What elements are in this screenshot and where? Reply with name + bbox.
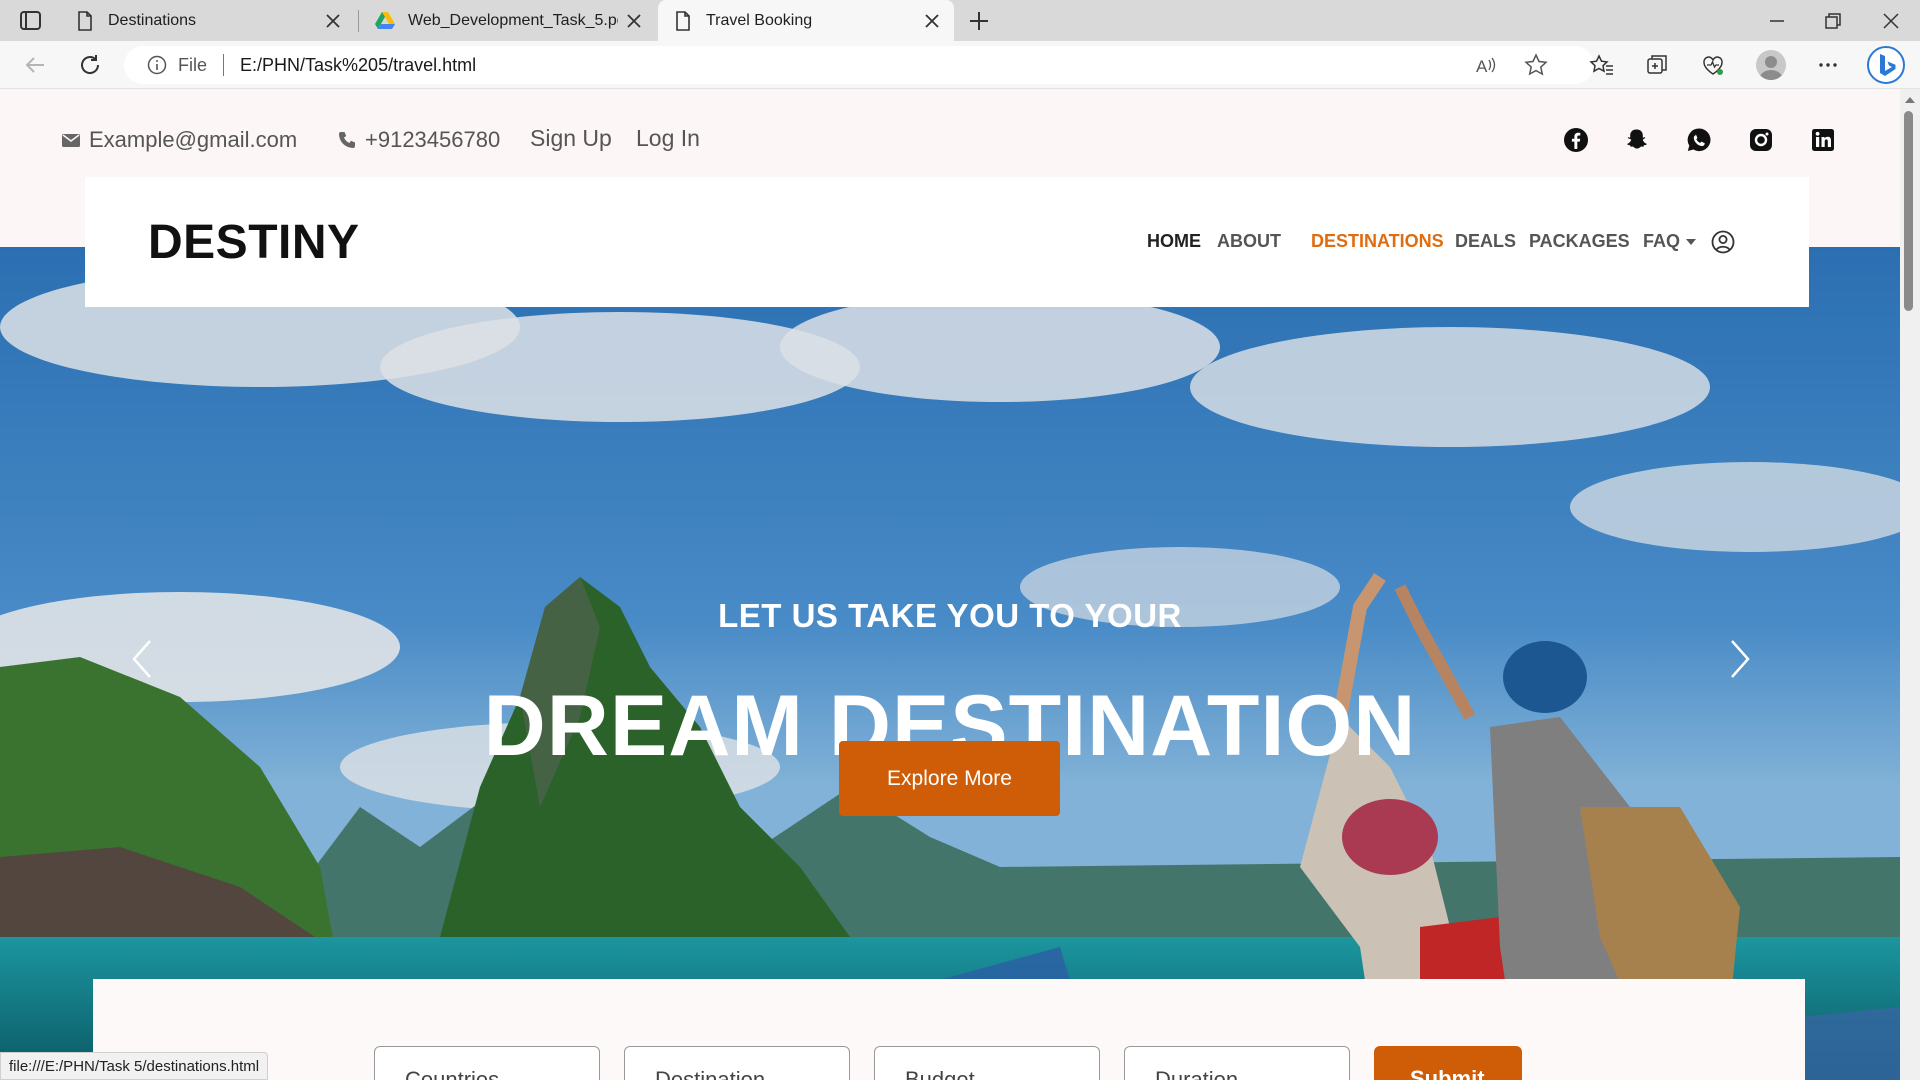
booking-search-panel: Countries Destination Budget Duration Su… xyxy=(93,979,1805,1080)
nav-destinations[interactable]: DESTINATIONS xyxy=(1311,231,1444,252)
url-text[interactable]: E:/PHN/Task%205/travel.html xyxy=(240,55,476,76)
destination-select[interactable]: Destination xyxy=(624,1046,850,1080)
close-icon[interactable] xyxy=(323,11,343,31)
google-drive-icon xyxy=(374,10,396,32)
phone-icon xyxy=(337,130,357,150)
chevron-down-icon[interactable] xyxy=(1684,235,1698,249)
nav-deals[interactable]: DEALS xyxy=(1455,231,1516,252)
phone-text: +9123456780 xyxy=(365,127,501,152)
tab-divider xyxy=(358,10,359,32)
reload-icon[interactable] xyxy=(77,52,103,78)
tab-title: Travel Booking xyxy=(706,11,813,29)
tab-title: Web_Development_Task_5.pdf - G xyxy=(408,11,618,29)
scroll-up-icon[interactable] xyxy=(1904,95,1916,105)
svg-text:A: A xyxy=(1476,57,1488,76)
window-close-icon[interactable] xyxy=(1880,10,1902,32)
linkedin-icon[interactable] xyxy=(1810,127,1836,153)
brand-logo[interactable]: DESTINY xyxy=(148,215,360,270)
login-link[interactable]: Log In xyxy=(636,125,700,152)
phone-contact[interactable]: +9123456780 xyxy=(337,125,500,155)
page-icon xyxy=(672,10,694,32)
user-account-icon[interactable] xyxy=(1710,229,1736,255)
main-navbar: DESTINY HOME ABOUT DESTINATIONS DEALS PA… xyxy=(85,177,1809,307)
email-contact[interactable]: Example@gmail.com xyxy=(61,125,297,155)
nav-packages[interactable]: PACKAGES xyxy=(1529,231,1630,252)
tab-travel-booking[interactable]: Travel Booking xyxy=(658,0,954,41)
back-icon[interactable] xyxy=(22,52,48,78)
hero-carousel: LET US TAKE YOU TO YOUR DREAM DESTINATIO… xyxy=(0,247,1900,1080)
nav-faq[interactable]: FAQ xyxy=(1643,231,1680,252)
collections-icon[interactable] xyxy=(1644,52,1670,78)
minimize-icon[interactable] xyxy=(1766,10,1788,32)
browser-tab-bar: Destinations Web_Development_Task_5.pdf … xyxy=(0,0,1920,41)
info-icon[interactable] xyxy=(146,54,168,76)
browser-essentials-icon[interactable] xyxy=(1700,52,1726,78)
submit-button[interactable]: Submit xyxy=(1374,1046,1522,1080)
whatsapp-icon[interactable] xyxy=(1686,127,1712,153)
address-bar-row: File E:/PHN/Task%205/travel.html A xyxy=(0,41,1920,89)
nav-home[interactable]: HOME xyxy=(1147,231,1201,252)
tab-destinations[interactable]: Destinations xyxy=(60,0,355,41)
duration-select[interactable]: Duration xyxy=(1124,1046,1350,1080)
carousel-prev-icon[interactable] xyxy=(128,637,158,681)
page-scrollbar[interactable] xyxy=(1900,89,1920,1080)
close-icon[interactable] xyxy=(624,11,644,31)
close-icon[interactable] xyxy=(922,11,942,31)
budget-select[interactable]: Budget xyxy=(874,1046,1100,1080)
email-text: Example@gmail.com xyxy=(89,127,298,152)
instagram-icon[interactable] xyxy=(1748,127,1774,153)
hero-subtitle: LET US TAKE YOU TO YOUR xyxy=(718,597,1182,634)
favorites-icon[interactable] xyxy=(1589,52,1615,78)
countries-select[interactable]: Countries xyxy=(374,1046,600,1080)
more-options-icon[interactable] xyxy=(1815,52,1841,78)
signup-link[interactable]: Sign Up xyxy=(530,125,612,152)
favorite-star-icon[interactable] xyxy=(1523,52,1549,78)
read-aloud-icon[interactable]: A xyxy=(1474,52,1500,78)
explore-more-button[interactable]: Explore More xyxy=(839,741,1060,816)
mail-icon xyxy=(61,130,81,150)
scheme-label: File xyxy=(178,54,208,75)
address-bar[interactable]: File E:/PHN/Task%205/travel.html xyxy=(124,46,1594,84)
divider xyxy=(223,54,225,76)
scrollbar-thumb[interactable] xyxy=(1904,111,1913,311)
bing-copilot-icon[interactable] xyxy=(1866,45,1906,85)
carousel-next-icon[interactable] xyxy=(1724,637,1754,681)
new-tab-icon[interactable] xyxy=(966,8,992,34)
tab-actions-icon[interactable] xyxy=(18,9,44,33)
web-page: Example@gmail.com +9123456780 Sign Up Lo… xyxy=(0,89,1900,1080)
tab-pdf[interactable]: Web_Development_Task_5.pdf - G xyxy=(360,0,656,41)
page-icon xyxy=(74,10,96,32)
status-bar-url: file:///E:/PHN/Task 5/destinations.html xyxy=(0,1052,269,1080)
hero-background-image xyxy=(0,247,1900,1080)
snapchat-icon[interactable] xyxy=(1624,127,1650,153)
avatar[interactable] xyxy=(1756,50,1786,80)
restore-icon[interactable] xyxy=(1822,10,1844,32)
facebook-icon[interactable] xyxy=(1563,127,1589,153)
nav-about[interactable]: ABOUT xyxy=(1217,231,1281,252)
tab-title: Destinations xyxy=(108,11,197,29)
